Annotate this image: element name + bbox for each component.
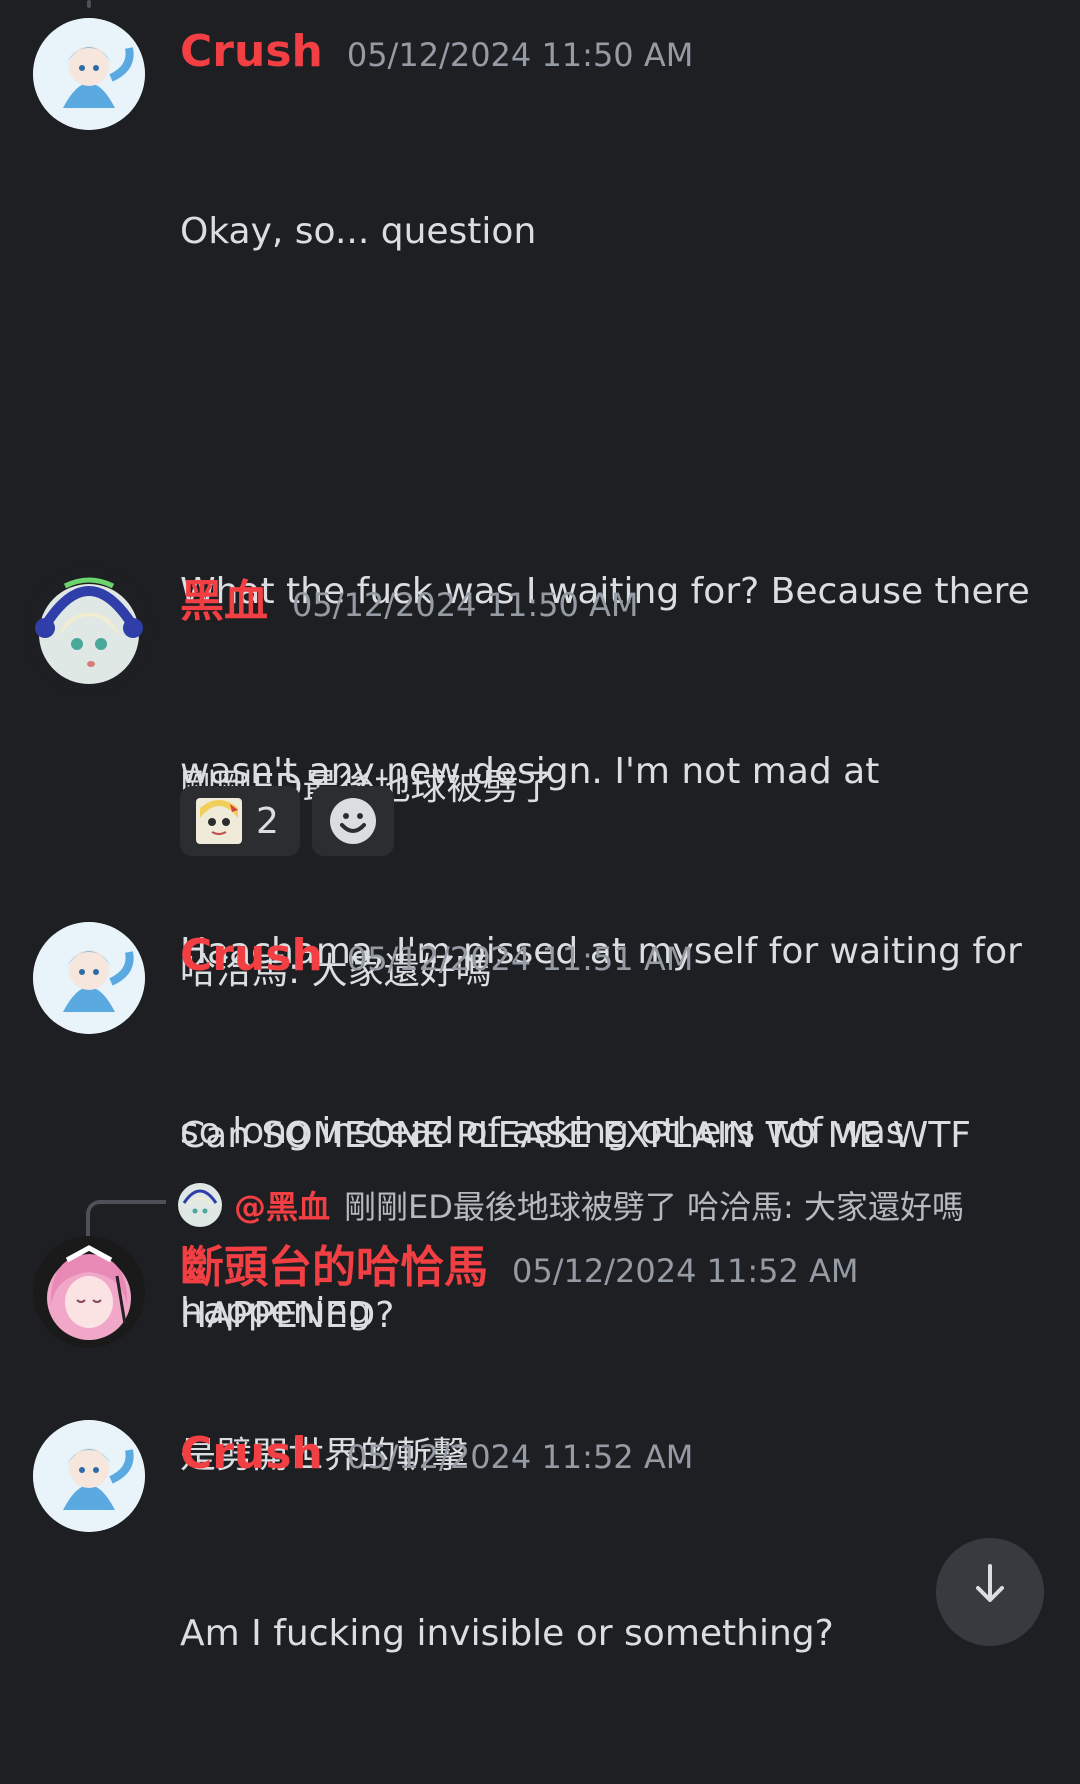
avatar[interactable]	[33, 922, 145, 1034]
add-reaction-icon	[330, 798, 376, 844]
avatar[interactable]	[33, 1420, 145, 1532]
reply-preview-text: 剛剛ED最後地球被劈了 哈洽馬: 大家還好嗎	[344, 1188, 965, 1226]
timestamp: 05/12/2024 11:50 AM	[346, 36, 694, 74]
haato-face-emoji	[196, 798, 242, 844]
reply-reference[interactable]: @黑血 剛剛ED最後地球被劈了 哈洽馬: 大家還好嗎	[178, 1182, 964, 1228]
timestamp: 05/12/2024 11:52 AM	[512, 1252, 859, 1290]
timestamp: 05/12/2024 11:51 AM	[346, 940, 694, 978]
avatar[interactable]	[33, 1236, 145, 1348]
username[interactable]: 斷頭台的哈恰馬	[180, 1246, 488, 1290]
arrow-down-icon	[976, 1564, 1004, 1602]
message-line	[180, 382, 1040, 442]
avatar[interactable]	[25, 566, 153, 694]
reactions: 2	[180, 786, 394, 856]
add-reaction-button[interactable]	[312, 786, 394, 856]
avatar[interactable]	[33, 18, 145, 130]
scroll-to-bottom-button[interactable]	[936, 1538, 1044, 1646]
message-line: Okay, so... question	[180, 211, 537, 252]
username[interactable]: Crush	[180, 30, 323, 74]
timestamp: 05/12/2024 11:50 AM	[292, 586, 639, 624]
username[interactable]: 黑血	[180, 580, 268, 624]
thread-line	[87, 0, 91, 8]
reply-avatar	[178, 1183, 222, 1227]
reaction[interactable]: 2	[180, 786, 300, 856]
reply-username[interactable]: @黑血	[234, 1182, 330, 1228]
reaction-count: 2	[256, 800, 279, 842]
message-content: Am I fucking invisible or something?	[180, 1484, 1040, 1784]
timestamp: 05/12/2024 11:52 AM	[346, 1438, 694, 1476]
username[interactable]: Crush	[180, 1432, 323, 1476]
message-line: Am I fucking invisible or something?	[180, 1613, 834, 1654]
message-line: Can SOMEONE PLEASE EXPLAIN TO ME WTF	[180, 1115, 972, 1156]
username[interactable]: Crush	[180, 934, 323, 978]
